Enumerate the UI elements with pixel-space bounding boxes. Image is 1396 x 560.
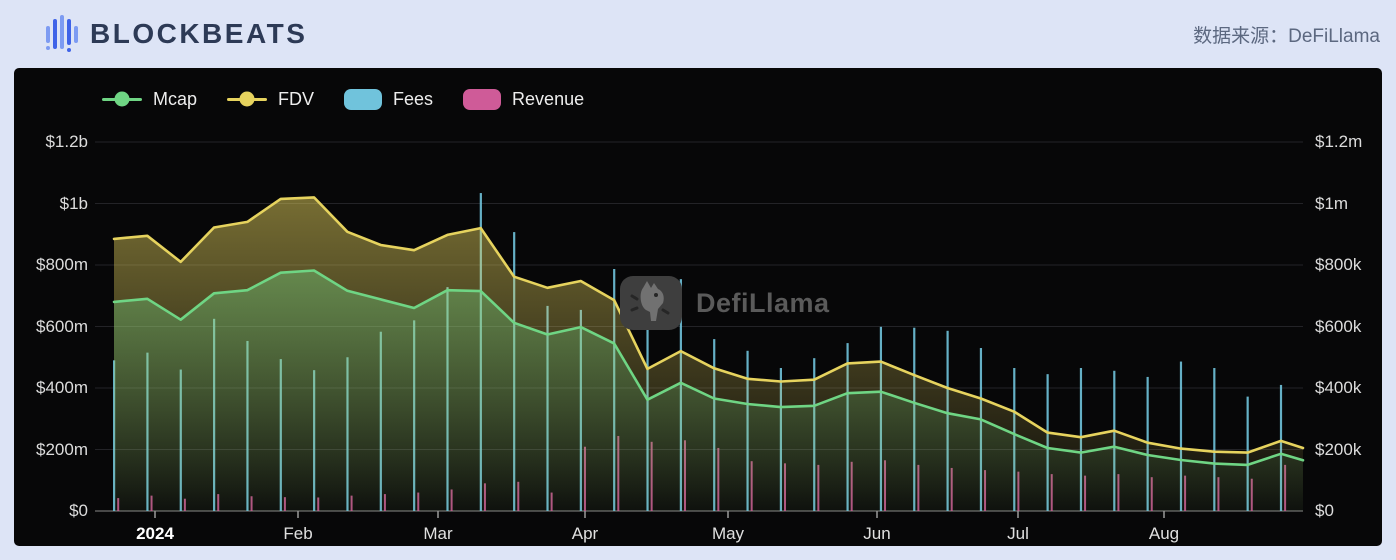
y-axis-right-label: $0 bbox=[1315, 500, 1334, 522]
y-axis-left-label: $600m bbox=[14, 316, 88, 338]
y-axis-left-label: $400m bbox=[14, 377, 88, 399]
y-axis-right-label: $400k bbox=[1315, 377, 1361, 399]
legend-label-fees: Fees bbox=[393, 89, 433, 110]
y-axis-right-label: $1m bbox=[1315, 193, 1348, 215]
legend-item-mcap[interactable]: Mcap bbox=[102, 89, 197, 110]
y-axis-right-label: $800k bbox=[1315, 254, 1361, 276]
chart-panel: Mcap FDV Fees Revenue DefiLlama 2024FebM… bbox=[14, 68, 1382, 546]
y-axis-right-label: $200k bbox=[1315, 439, 1361, 461]
y-axis-right-label: $1.2m bbox=[1315, 131, 1362, 153]
fees-swatch-marker bbox=[344, 89, 382, 110]
x-axis-label-2024: 2024 bbox=[136, 524, 174, 544]
x-axis-label-Jul: Jul bbox=[1007, 524, 1029, 544]
y-axis-left-label: $800m bbox=[14, 254, 88, 276]
x-axis-label-May: May bbox=[712, 524, 744, 544]
legend-label-fdv: FDV bbox=[278, 89, 314, 110]
legend-label-revenue: Revenue bbox=[512, 89, 584, 110]
legend-item-fees[interactable]: Fees bbox=[344, 89, 433, 110]
legend-item-fdv[interactable]: FDV bbox=[227, 89, 314, 110]
x-axis-label-Apr: Apr bbox=[572, 524, 598, 544]
y-axis-left-label: $0 bbox=[14, 500, 88, 522]
x-axis-label-Jun: Jun bbox=[863, 524, 890, 544]
y-axis-left-label: $1b bbox=[14, 193, 88, 215]
chart-legend: Mcap FDV Fees Revenue bbox=[102, 84, 584, 114]
revenue-swatch-marker bbox=[463, 89, 501, 110]
y-axis-right-label: $600k bbox=[1315, 316, 1361, 338]
mcap-line-marker bbox=[102, 98, 142, 101]
blockbeats-logo[interactable]: BLOCKBEATS bbox=[46, 14, 307, 54]
fdv-line-marker bbox=[227, 98, 267, 101]
data-source-label: 数据来源：DeFiLlama bbox=[1193, 21, 1380, 48]
y-axis-left-label: $1.2b bbox=[14, 131, 88, 153]
blockbeats-logo-icon bbox=[46, 14, 80, 54]
header: BLOCKBEATS 数据来源：DeFiLlama bbox=[0, 0, 1396, 68]
blockbeats-logo-text: BLOCKBEATS bbox=[90, 18, 307, 50]
x-axis-label-Feb: Feb bbox=[283, 524, 312, 544]
y-axis-left-label: $200m bbox=[14, 439, 88, 461]
legend-item-revenue[interactable]: Revenue bbox=[463, 89, 584, 110]
mcap-dot-marker bbox=[115, 92, 130, 107]
x-axis-label-Mar: Mar bbox=[423, 524, 452, 544]
fdv-dot-marker bbox=[240, 92, 255, 107]
x-axis-label-Aug: Aug bbox=[1149, 524, 1179, 544]
chart-canvas[interactable] bbox=[14, 68, 1382, 546]
legend-label-mcap: Mcap bbox=[153, 89, 197, 110]
